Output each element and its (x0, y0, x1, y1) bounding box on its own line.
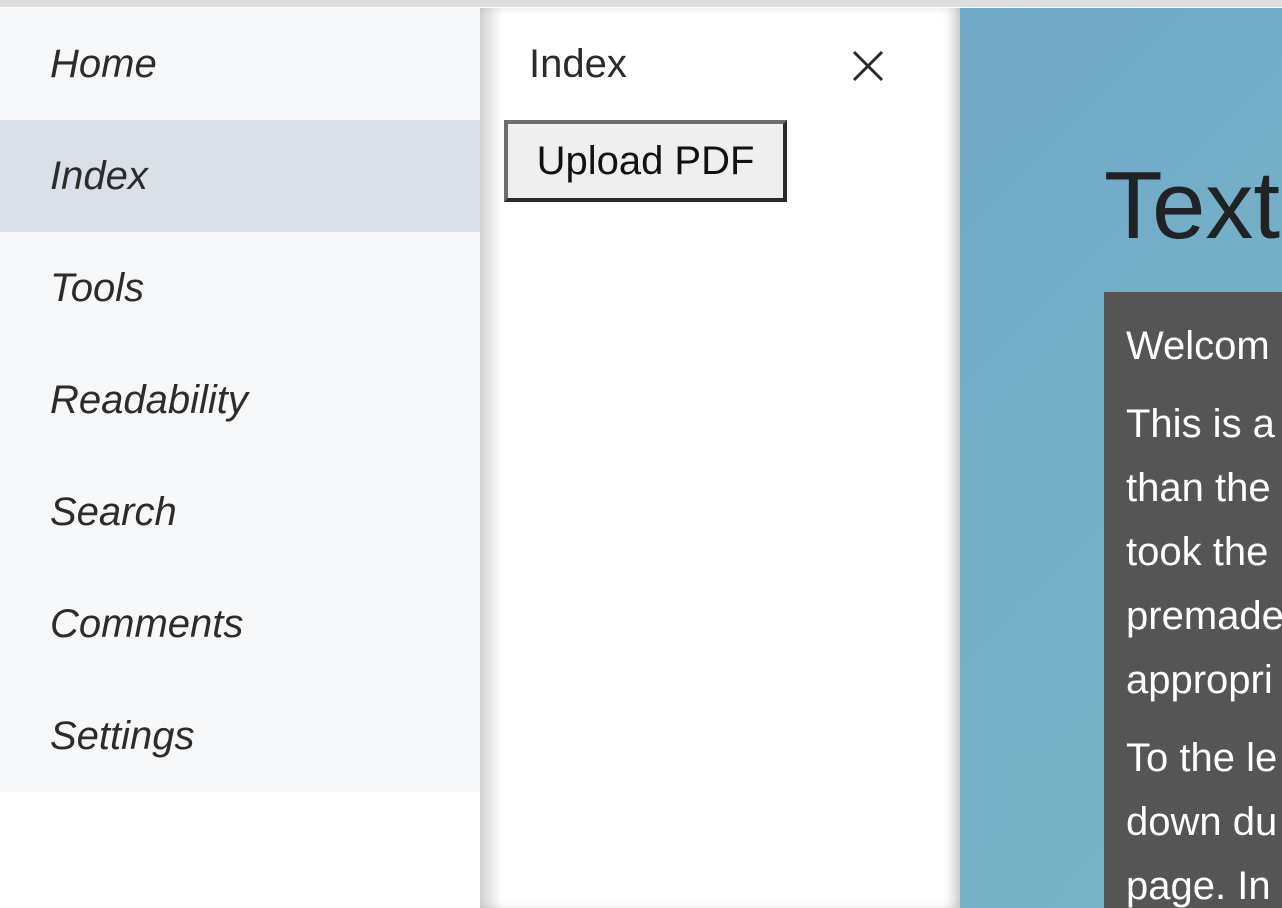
close-icon[interactable] (848, 46, 888, 86)
index-panel: Index Upload PDF (480, 8, 960, 908)
sidebar-item-comments[interactable]: Comments (0, 568, 480, 680)
text-card: Welcom This is a than the took the prema… (1104, 292, 1282, 908)
welcome-paragraph: Welcom (1126, 324, 1270, 368)
top-border (0, 0, 1282, 7)
sidebar-item-home[interactable]: Home (0, 8, 480, 120)
page-heading: Text (1104, 152, 1281, 259)
instructions-line: down du (1126, 800, 1278, 844)
intro-line: took the (1126, 530, 1269, 574)
sidebar-item-tools[interactable]: Tools (0, 232, 480, 344)
sidebar-item-search[interactable]: Search (0, 456, 480, 568)
main-content: Text Welcom This is a than the took the … (960, 8, 1282, 908)
sidebar-item-settings[interactable]: Settings (0, 680, 480, 792)
upload-pdf-button[interactable]: Upload PDF (504, 120, 787, 202)
instructions-line: To the le (1126, 736, 1278, 780)
intro-line: appropri (1126, 658, 1273, 702)
panel-title: Index (529, 42, 627, 86)
instructions-paragraph: To the le down du page. In (1126, 726, 1282, 908)
intro-paragraph: This is a than the took the premade appr… (1126, 392, 1282, 712)
intro-line: This is a (1126, 402, 1275, 446)
sidebar-nav: Home Index Tools Readability Search Comm… (0, 8, 480, 792)
intro-line: premade (1126, 594, 1282, 638)
sidebar-item-readability[interactable]: Readability (0, 344, 480, 456)
intro-line: than the (1126, 466, 1271, 510)
sidebar-item-index[interactable]: Index (0, 120, 480, 232)
instructions-line: page. In (1126, 864, 1271, 908)
